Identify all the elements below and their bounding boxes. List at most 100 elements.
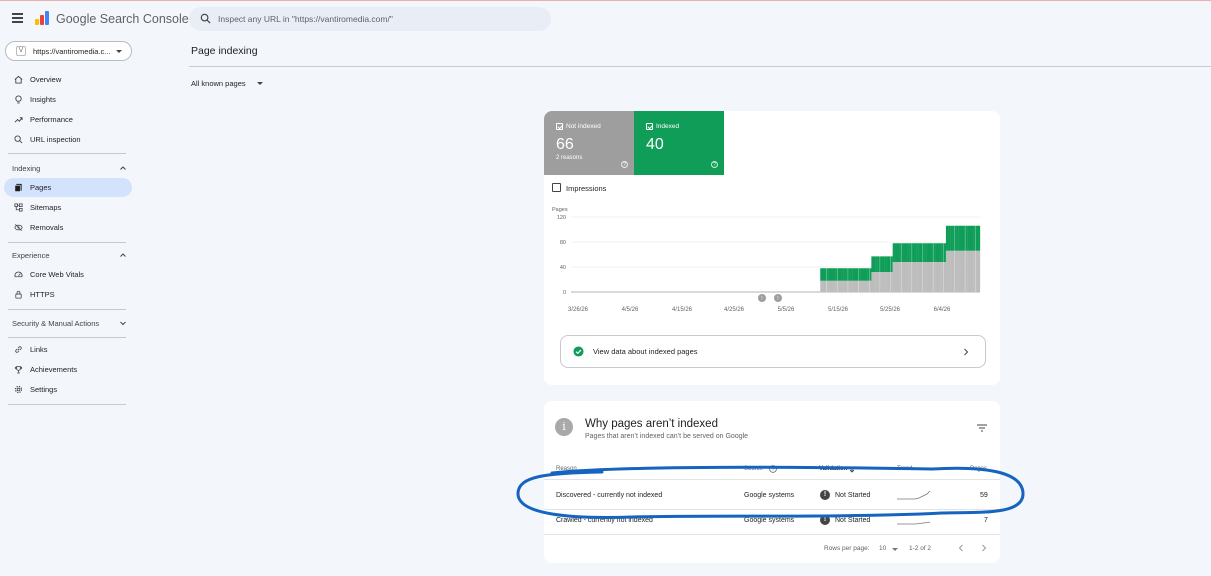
bar-segment <box>954 250 957 292</box>
sidebar-divider <box>8 337 126 338</box>
chevron-down-icon[interactable] <box>892 548 898 551</box>
sidebar-item-core-web-vitals[interactable]: Core Web Vitals <box>4 265 132 284</box>
checkbox-icon <box>646 123 653 130</box>
bar-segment <box>937 243 940 262</box>
view-indexed-pages-link[interactable]: View data about indexed pages <box>560 335 986 368</box>
sidebar-divider <box>8 404 126 405</box>
column-header-pages[interactable]: Pages <box>970 466 987 472</box>
bar-segment <box>922 243 925 262</box>
help-icon[interactable]: ? <box>621 161 628 168</box>
sidebar-item-removals[interactable]: Removals <box>4 218 132 237</box>
bar-segment <box>965 250 968 292</box>
sidebar-item-insights[interactable]: Insights <box>4 90 132 109</box>
y-axis-label: Pages <box>552 207 568 213</box>
bar-segment <box>894 262 898 292</box>
row-reason[interactable]: Discovered - currently not indexed <box>556 492 662 499</box>
bar-segment <box>956 225 959 251</box>
y-tick-label: 80 <box>560 240 566 246</box>
pages-icon <box>14 183 22 192</box>
sidebar-item-label: Core Web Vitals <box>30 270 84 279</box>
section-security-manual-actions[interactable]: Security & Manual Actions <box>12 319 99 328</box>
row-source: Google systems <box>744 492 795 499</box>
bar-segment <box>822 280 825 292</box>
link-icon <box>15 346 22 353</box>
bar-segment <box>977 225 981 251</box>
bar-segment <box>884 256 887 272</box>
bar-segment <box>852 280 855 292</box>
column-header-validation[interactable]: Validation <box>819 466 847 472</box>
sidebar-item-overview[interactable]: Overview <box>4 70 132 89</box>
impressions-label: Impressions <box>566 184 607 193</box>
indexed-tile[interactable]: Indexed 40 ? <box>634 111 724 175</box>
row-reason[interactable]: Crawled - currently not indexed <box>556 517 653 524</box>
bar-segment <box>884 272 887 292</box>
column-header-reason[interactable]: Reason <box>556 466 577 472</box>
sidebar-item-links[interactable]: Links <box>4 340 132 359</box>
not-indexed-tile[interactable]: Not indexed 66 2 reasons ? <box>544 111 634 175</box>
bar-segment <box>896 243 900 262</box>
row-validation: Not Started <box>835 492 871 499</box>
chevron-up-icon[interactable] <box>120 165 126 171</box>
menu-icon[interactable] <box>12 13 23 23</box>
x-tick-label: 4/25/26 <box>724 307 745 313</box>
title-divider <box>189 66 1211 67</box>
y-tick-label: 0 <box>563 290 566 296</box>
gauge-icon <box>14 271 23 278</box>
reasons-card: i Why pages aren’t indexed Pages that ar… <box>544 401 1000 563</box>
section-indexing[interactable]: Indexing <box>12 164 40 173</box>
bar-segment <box>882 256 885 272</box>
sidebar-item-sitemaps[interactable]: Sitemaps <box>4 198 132 217</box>
y-tick-label: 120 <box>557 215 566 221</box>
x-tick-label: 6/4/26 <box>934 307 951 313</box>
sidebar-item-pages[interactable]: Pages <box>4 178 132 197</box>
not-indexed-count: 66 <box>556 136 574 153</box>
bar-segment <box>958 225 961 251</box>
filter-dropdown[interactable]: All known pages <box>191 79 246 88</box>
bar-segment <box>901 262 904 292</box>
bar-segment <box>860 280 863 292</box>
bar-segment <box>943 262 947 292</box>
help-icon[interactable]: ? <box>769 465 777 473</box>
home-icon <box>14 75 23 84</box>
help-icon[interactable]: ? <box>711 161 718 168</box>
table-divider <box>544 479 1000 480</box>
sidebar-item-settings[interactable]: Settings <box>4 380 132 399</box>
property-selector[interactable]: V https://vantiromedia.c... <box>5 41 132 61</box>
sidebar-item-https[interactable]: HTTPS <box>4 285 132 304</box>
arrow-down-icon[interactable] <box>849 466 855 473</box>
bar-segment <box>871 272 874 292</box>
chevron-right-icon[interactable] <box>981 544 987 552</box>
bar-segment <box>837 268 840 281</box>
bar-segment <box>847 280 851 292</box>
bar-segment <box>975 225 979 251</box>
chevron-down-icon[interactable] <box>120 320 126 326</box>
not-indexed-label: Not indexed <box>566 123 601 130</box>
bar-segment <box>820 268 823 281</box>
table-divider <box>544 534 1000 535</box>
sidebar-item-url-inspection[interactable]: URL inspection <box>4 130 132 149</box>
bar-segment <box>965 225 968 251</box>
sidebar-item-achievements[interactable]: Achievements <box>4 360 132 379</box>
bar-segment <box>948 250 951 292</box>
pagination-range: 1-2 of 2 <box>909 545 932 552</box>
url-inspect-search[interactable] <box>189 7 551 31</box>
rows-per-page-label: Rows per page: <box>824 545 870 552</box>
not-started-icon: ! <box>820 515 830 525</box>
impressions-checkbox[interactable] <box>552 183 561 192</box>
chevron-up-icon[interactable] <box>120 252 126 258</box>
bar-segment <box>852 268 855 281</box>
y-tick-label: 40 <box>560 265 566 271</box>
sidebar-item-performance[interactable]: Performance <box>4 110 132 129</box>
bar-segment <box>858 268 861 281</box>
url-inspect-input[interactable] <box>218 11 538 27</box>
section-experience[interactable]: Experience <box>12 251 50 260</box>
chevron-down-icon[interactable] <box>257 82 263 85</box>
bar-segment <box>837 280 840 292</box>
bar-segment <box>948 225 951 251</box>
rows-per-page-select[interactable]: 10 <box>879 545 886 552</box>
column-header-source[interactable]: Source <box>744 466 763 472</box>
bar-segment <box>905 243 908 262</box>
chevron-left-icon[interactable] <box>958 544 964 552</box>
bar-segment <box>854 280 857 292</box>
filter-icon[interactable] <box>977 424 987 432</box>
